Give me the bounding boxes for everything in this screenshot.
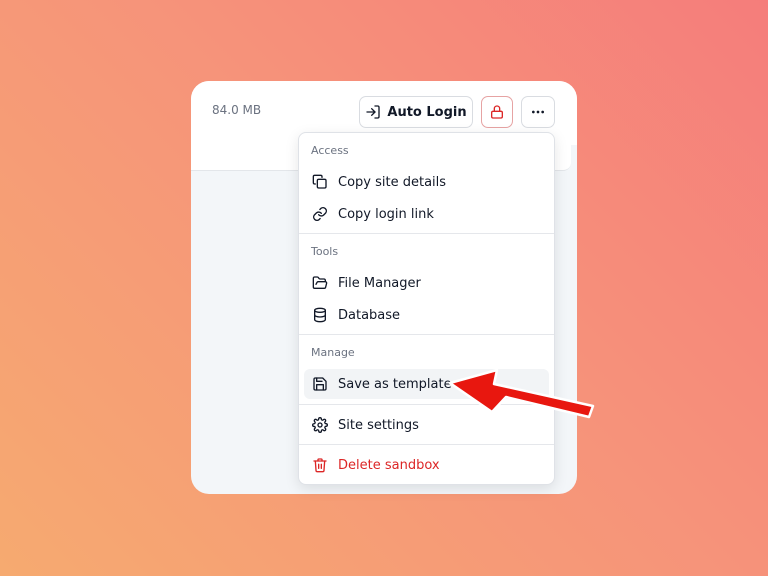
annotation-arrow (448, 368, 595, 419)
